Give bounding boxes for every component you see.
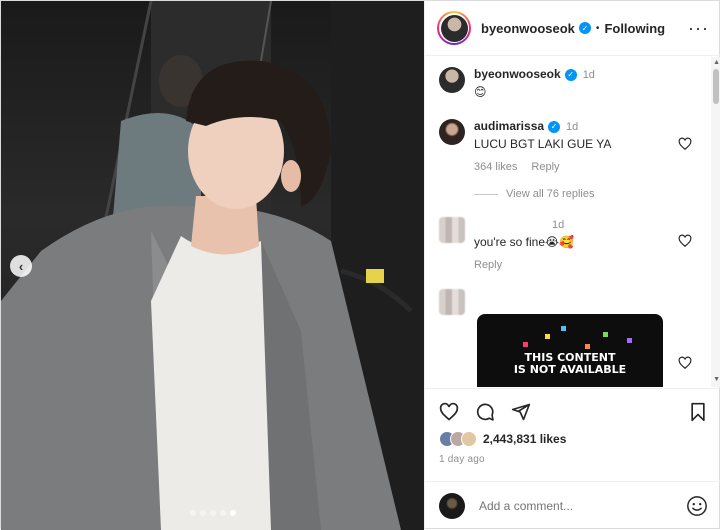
carousel-dot xyxy=(199,510,206,516)
comment-likes[interactable]: 364 likes xyxy=(474,161,517,173)
reply-button[interactable]: Reply xyxy=(474,259,502,271)
share-icon[interactable] xyxy=(511,402,531,422)
carousel-dots xyxy=(189,510,236,516)
comments-list[interactable]: byeonwooseok ✓ 1d 😊 audimarissa ✓ 1d LUCU BG… xyxy=(425,57,720,387)
avatar[interactable] xyxy=(437,11,471,45)
post-side-panel: byeonwooseok ✓ • Following ··· byeonwoos… xyxy=(424,1,720,530)
verified-icon: ✓ xyxy=(548,120,561,133)
heart-icon[interactable] xyxy=(678,234,692,248)
carousel-dot-active xyxy=(229,510,236,516)
more-icon[interactable]: ··· xyxy=(688,18,709,39)
comment-text: you're so fine😭🥰 xyxy=(474,235,574,249)
following-button[interactable]: Following xyxy=(604,21,665,36)
post-dialog: ‹ byeonwooseok ✓ • Following ··· byeonwo… xyxy=(0,0,720,530)
comment-input[interactable] xyxy=(479,499,669,513)
unavailable-content: THIS CONTENT IS NOT AVAILABLE xyxy=(477,314,663,387)
emoji-icon[interactable] xyxy=(686,495,708,517)
heart-icon[interactable] xyxy=(678,137,692,151)
comment-item: audimarissa ✓ 1d LUCU BGT LAKI GUE YA 364 … xyxy=(439,119,611,173)
caption-username[interactable]: byeonwooseok xyxy=(474,67,561,81)
bookmark-icon[interactable] xyxy=(688,402,708,422)
comment-time: 1d xyxy=(566,121,579,133)
unavailable-label: THIS CONTENT IS NOT AVAILABLE xyxy=(477,352,663,376)
scroll-up-icon[interactable]: ▲ xyxy=(713,59,720,66)
comment-item xyxy=(439,289,465,315)
caption-text: 😊 xyxy=(474,85,487,99)
photo-illustration xyxy=(1,1,424,530)
avatar[interactable] xyxy=(439,217,465,243)
carousel-dot xyxy=(219,510,226,516)
comment-time: 1d xyxy=(552,219,565,231)
header-separator: • xyxy=(595,22,600,34)
chevron-left-icon[interactable]: ‹ xyxy=(10,255,32,277)
liker-avatar xyxy=(461,431,477,447)
comment-text: LUCU BGT LAKI GUE YA xyxy=(474,137,612,151)
carousel-dot xyxy=(209,510,216,516)
comment-icon[interactable] xyxy=(475,402,495,422)
likes-summary[interactable]: 2,443,831 likes xyxy=(439,431,566,447)
scroll-thumb[interactable] xyxy=(713,69,719,104)
scroll-down-icon[interactable]: ▼ xyxy=(713,376,720,383)
heart-icon[interactable] xyxy=(439,402,459,422)
unavailable-line-2: IS NOT AVAILABLE xyxy=(513,363,627,376)
caption: byeonwooseok ✓ 1d 😊 xyxy=(439,67,595,99)
verified-icon: ✓ xyxy=(564,68,577,81)
header-username[interactable]: byeonwooseok xyxy=(481,21,575,36)
comment-username[interactable]: audimarissa xyxy=(474,119,544,133)
post-photo[interactable]: ‹ xyxy=(1,1,424,530)
view-replies-button[interactable]: View all 76 replies xyxy=(474,188,594,200)
likes-count[interactable]: 2,443,831 likes xyxy=(483,432,566,446)
carousel-dot xyxy=(189,510,196,516)
post-header: byeonwooseok ✓ • Following ··· xyxy=(425,1,720,56)
avatar xyxy=(439,493,465,519)
caption-time: 1d xyxy=(582,69,595,81)
verified-icon: ✓ xyxy=(578,22,591,34)
comment-item: 1d you're so fine😭🥰 Reply xyxy=(439,217,574,271)
avatar[interactable] xyxy=(439,119,465,145)
avatar[interactable] xyxy=(439,67,465,93)
avatar[interactable] xyxy=(439,289,465,315)
post-actions: 2,443,831 likes 1 day ago xyxy=(425,388,720,481)
comments-scrollbar[interactable] xyxy=(711,57,720,387)
add-comment-bar xyxy=(425,481,720,530)
post-time: 1 day ago xyxy=(439,454,485,465)
heart-icon[interactable] xyxy=(678,356,692,370)
reply-button[interactable]: Reply xyxy=(531,161,559,173)
view-replies-label[interactable]: View all 76 replies xyxy=(506,188,594,200)
